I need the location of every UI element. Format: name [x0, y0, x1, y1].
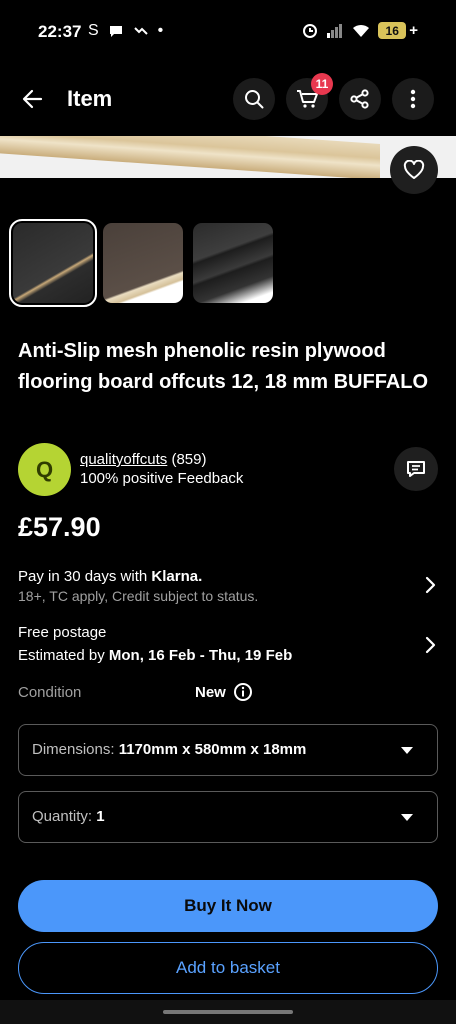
dimensions-field: Dimensions: 1170mm x 580mm x 18mm [32, 741, 306, 758]
info-icon[interactable] [233, 682, 253, 702]
more-vertical-icon [410, 89, 416, 109]
dot-icon: • [157, 22, 164, 39]
page-title: Item [67, 86, 113, 111]
notification-icons: S • [88, 22, 163, 40]
postage-estimate: Estimated by Mon, 16 Feb - Thu, 19 Feb [18, 647, 292, 664]
charging-icon: + [409, 22, 418, 39]
seller-avatar[interactable]: Q [18, 443, 71, 496]
chevron-right-icon [420, 635, 440, 655]
seller-feedback: 100% positive Feedback [80, 470, 244, 487]
quantity-value: 1 [96, 808, 105, 825]
dimensions-label: Dimensions: [32, 741, 115, 758]
dimensions-select[interactable]: Dimensions: 1170mm x 580mm x 18mm [18, 724, 438, 776]
product-main-image[interactable] [0, 136, 456, 178]
wifi-icon [353, 24, 370, 37]
back-button[interactable] [14, 78, 50, 120]
contact-seller-button[interactable] [394, 447, 438, 491]
battery-icon: 16 [378, 22, 407, 39]
plywood-board-image [0, 136, 380, 178]
postage-cost: Free postage [18, 624, 107, 641]
klarna-offer: Pay in 30 days with Klarna. [18, 568, 202, 585]
status-bar: 22:37 S • 16 + [0, 0, 456, 62]
klarna-prefix: Pay in 30 days with [18, 568, 148, 585]
heart-icon [403, 160, 425, 179]
status-time: 22:37 [38, 22, 82, 41]
chevron-right-icon [420, 575, 440, 595]
search-button[interactable] [233, 78, 275, 120]
signal-app-icon [133, 27, 148, 35]
s-app-icon: S [88, 22, 99, 39]
watch-button[interactable] [390, 146, 438, 194]
klarna-brand: Klarna. [151, 568, 203, 585]
cart-button[interactable]: 11 [286, 73, 333, 120]
chat-icon [109, 26, 122, 37]
condition-label: Condition [18, 684, 82, 701]
thumbnail-3[interactable] [193, 223, 273, 303]
quantity-label: Quantity: [32, 808, 93, 825]
quantity-select[interactable]: Quantity: 1 [18, 791, 438, 843]
gesture-nav-bar [0, 1000, 456, 1024]
postage-dates: Mon, 16 Feb - Thu, 19 Feb [108, 647, 293, 664]
alarm-icon [303, 23, 318, 38]
top-app-bar: Item 11 [0, 73, 456, 124]
price: £57.90 [18, 512, 101, 542]
seller-info: qualityoffcuts (859) [80, 451, 206, 468]
system-icons: 16 + [302, 22, 418, 39]
dropdown-caret-icon [401, 747, 413, 754]
thumbnail-2[interactable] [103, 223, 183, 303]
share-icon [350, 89, 369, 109]
add-to-basket-button[interactable]: Add to basket [18, 942, 438, 994]
quantity-field: Quantity: 1 [32, 808, 105, 825]
condition-value: New [195, 684, 226, 701]
cart-count-badge: 11 [311, 73, 333, 95]
postage-row[interactable]: Free postage Estimated by Mon, 16 Feb - … [0, 618, 456, 670]
arrow-left-icon [22, 89, 43, 109]
search-icon [245, 90, 264, 109]
klarna-row[interactable]: Pay in 30 days with Klarna. 18+, TC appl… [0, 560, 456, 610]
klarna-note: 18+, TC apply, Credit subject to status. [18, 588, 259, 604]
more-options-button[interactable] [392, 78, 434, 120]
buy-it-now-button[interactable]: Buy It Now [18, 880, 438, 932]
dropdown-caret-icon [401, 814, 413, 821]
home-indicator[interactable] [163, 1010, 293, 1014]
cell-signal-icon [327, 23, 343, 38]
product-title: Anti-Slip mesh phenolic resin plywood fl… [18, 340, 429, 393]
postage-prefix: Estimated by [18, 647, 105, 664]
seller-name-link[interactable]: qualityoffcuts [80, 451, 167, 468]
dimensions-value: 1170mm x 580mm x 18mm [118, 741, 307, 758]
message-icon [407, 461, 425, 477]
thumbnail-1[interactable] [9, 219, 97, 307]
seller-score: (859) [171, 451, 207, 468]
share-button[interactable] [339, 78, 381, 120]
